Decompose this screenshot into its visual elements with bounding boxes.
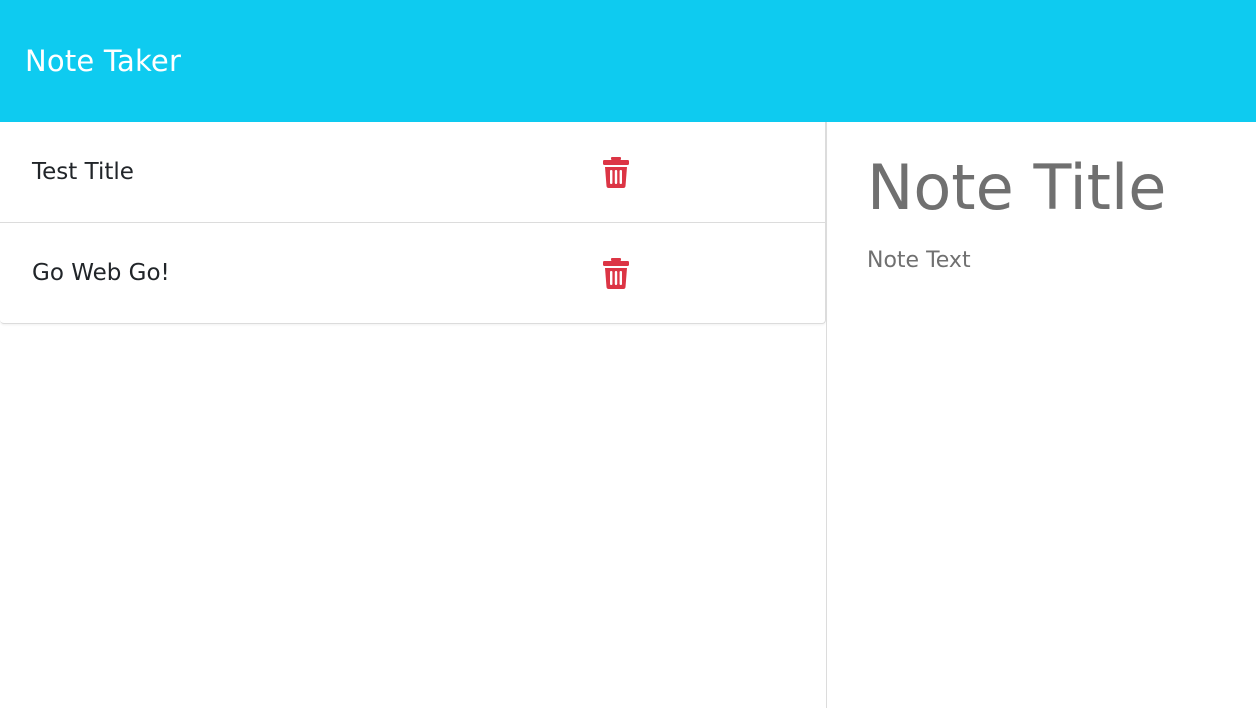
note-editor: [827, 122, 1256, 708]
note-list-item-title[interactable]: Go Web Go!: [32, 260, 170, 286]
app-brand[interactable]: Note Taker: [25, 44, 181, 78]
trash-icon[interactable]: [602, 156, 630, 188]
trash-icon[interactable]: [602, 257, 630, 289]
note-list-item[interactable]: Test Title: [0, 122, 825, 223]
note-title-input[interactable]: [867, 142, 1247, 232]
notes-column: Test Title Go Web Go!: [0, 122, 826, 708]
main-content: Test Title Go Web Go!: [0, 122, 1256, 708]
navbar: Note Taker: [0, 0, 1256, 122]
note-list: Test Title Go Web Go!: [0, 122, 826, 324]
note-list-item-title[interactable]: Test Title: [32, 159, 134, 185]
note-list-item[interactable]: Go Web Go!: [0, 223, 825, 323]
note-text-textarea[interactable]: [867, 248, 1247, 688]
